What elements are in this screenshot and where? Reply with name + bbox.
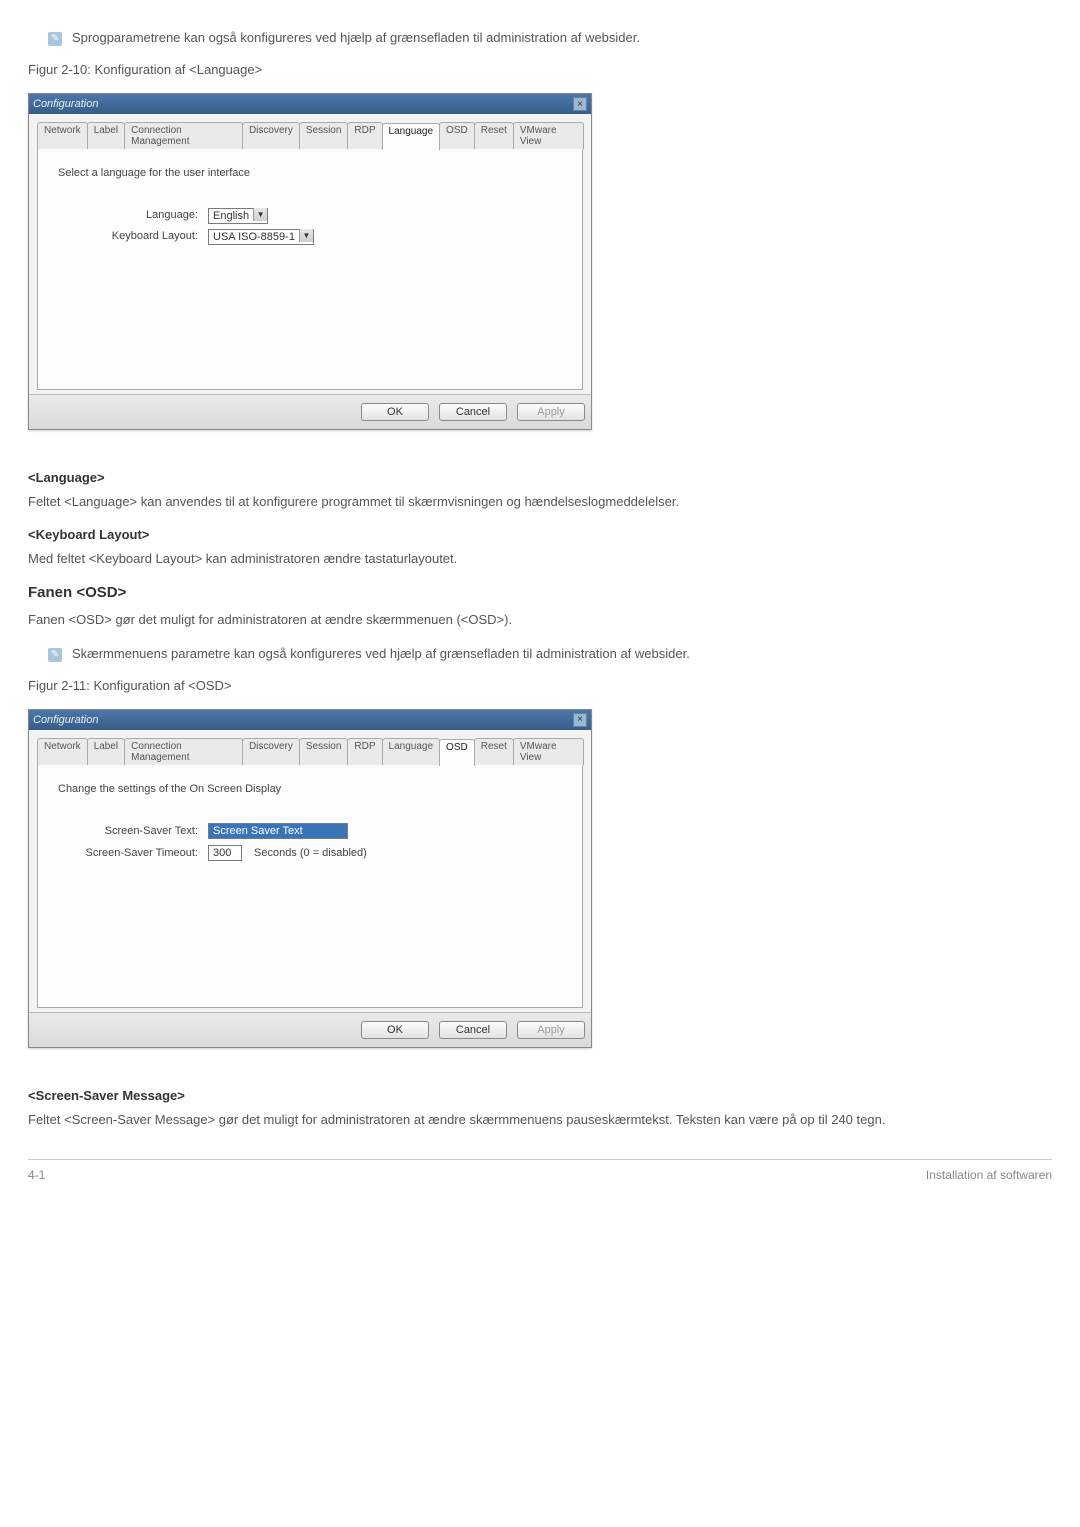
- timeout-suffix: Seconds (0 = disabled): [254, 847, 367, 859]
- paragraph: Fanen <OSD> gør det muligt for administr…: [28, 611, 1052, 629]
- paragraph: Med feltet <Keyboard Layout> kan adminis…: [28, 550, 1052, 568]
- titlebar: Configuration ×: [29, 94, 591, 114]
- tab-vmware-view[interactable]: VMware View: [513, 122, 584, 149]
- button-bar: OK Cancel Apply: [29, 1012, 591, 1047]
- tab-bar: Network Label Connection Management Disc…: [37, 122, 583, 150]
- tab-connection-management[interactable]: Connection Management: [124, 122, 243, 149]
- tab-network[interactable]: Network: [37, 122, 88, 149]
- heading-osd: Fanen <OSD>: [28, 584, 1052, 601]
- page-footer: 4-1 Installation af softwaren: [28, 1159, 1052, 1182]
- tab-connection-management[interactable]: Connection Management: [124, 738, 243, 765]
- tab-panel-language: Select a language for the user interface…: [37, 149, 583, 390]
- page-number: 4-1: [28, 1168, 45, 1182]
- paragraph: Feltet <Language> kan anvendes til at ko…: [28, 493, 1052, 511]
- close-icon[interactable]: ×: [573, 713, 587, 727]
- tab-session[interactable]: Session: [299, 738, 349, 765]
- tab-session[interactable]: Session: [299, 122, 349, 149]
- config-window-osd: Configuration × Network Label Connection…: [28, 709, 592, 1048]
- screensaver-text-label: Screen-Saver Text:: [58, 825, 208, 837]
- tab-network[interactable]: Network: [37, 738, 88, 765]
- footer-title: Installation af softwaren: [926, 1168, 1052, 1182]
- tab-osd[interactable]: OSD: [439, 122, 475, 149]
- tab-panel-osd: Change the settings of the On Screen Dis…: [37, 765, 583, 1008]
- tab-reset[interactable]: Reset: [474, 738, 514, 765]
- tab-discovery[interactable]: Discovery: [242, 122, 300, 149]
- keyboard-layout-select[interactable]: USA ISO-8859-1: [208, 229, 314, 245]
- cancel-button[interactable]: Cancel: [439, 403, 507, 421]
- config-window-language: Configuration × Network Label Connection…: [28, 93, 592, 430]
- screensaver-timeout-input[interactable]: 300: [208, 845, 242, 861]
- ok-button[interactable]: OK: [361, 1021, 429, 1039]
- ok-button[interactable]: OK: [361, 403, 429, 421]
- apply-button[interactable]: Apply: [517, 1021, 585, 1039]
- language-select[interactable]: English: [208, 208, 268, 224]
- tab-vmware-view[interactable]: VMware View: [513, 738, 584, 765]
- figure-caption: Figur 2-10: Konfiguration af <Language>: [28, 62, 1052, 77]
- keyboard-layout-label: Keyboard Layout:: [58, 230, 208, 242]
- window-title: Configuration: [33, 714, 98, 726]
- figure-caption: Figur 2-11: Konfiguration af <OSD>: [28, 678, 1052, 693]
- heading-screensaver-message: <Screen-Saver Message>: [28, 1088, 1052, 1103]
- cancel-button[interactable]: Cancel: [439, 1021, 507, 1039]
- close-icon[interactable]: ×: [573, 97, 587, 111]
- heading-keyboard-layout: <Keyboard Layout>: [28, 527, 1052, 542]
- tab-discovery[interactable]: Discovery: [242, 738, 300, 765]
- tab-language[interactable]: Language: [382, 123, 441, 150]
- tab-rdp[interactable]: RDP: [347, 738, 382, 765]
- tab-osd[interactable]: OSD: [439, 739, 475, 766]
- heading-language: <Language>: [28, 470, 1052, 485]
- tab-bar: Network Label Connection Management Disc…: [37, 738, 583, 766]
- apply-button[interactable]: Apply: [517, 403, 585, 421]
- tab-rdp[interactable]: RDP: [347, 122, 382, 149]
- tab-label[interactable]: Label: [87, 738, 125, 765]
- button-bar: OK Cancel Apply: [29, 394, 591, 429]
- screensaver-timeout-label: Screen-Saver Timeout:: [58, 847, 208, 859]
- tab-language[interactable]: Language: [382, 738, 441, 765]
- language-label: Language:: [58, 209, 208, 221]
- note-text: Skærmmenuens parametre kan også konfigur…: [72, 646, 690, 661]
- info-icon: ✎: [48, 648, 62, 662]
- tab-reset[interactable]: Reset: [474, 122, 514, 149]
- titlebar: Configuration ×: [29, 710, 591, 730]
- tab-label[interactable]: Label: [87, 122, 125, 149]
- paragraph: Feltet <Screen-Saver Message> gør det mu…: [28, 1111, 1052, 1129]
- screensaver-text-input[interactable]: Screen Saver Text: [208, 823, 348, 839]
- window-title: Configuration: [33, 98, 98, 110]
- panel-caption: Select a language for the user interface: [58, 167, 562, 179]
- note-text: Sprogparametrene kan også konfigureres v…: [72, 30, 640, 45]
- info-icon: ✎: [48, 32, 62, 46]
- panel-caption: Change the settings of the On Screen Dis…: [58, 783, 562, 795]
